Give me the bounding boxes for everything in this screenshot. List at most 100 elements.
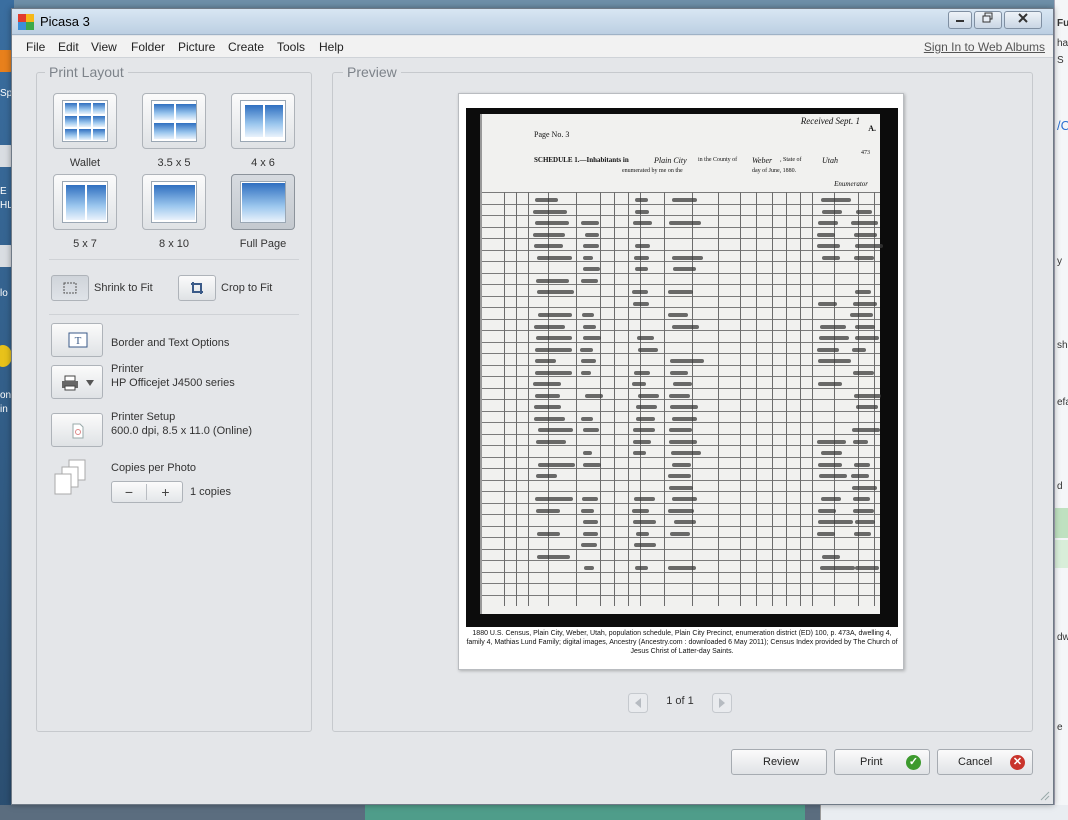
handwriting-mark: [852, 439, 869, 444]
ledger-column-line: [548, 192, 549, 606]
layout-full-page-button[interactable]: [231, 174, 295, 230]
handwriting-mark: [536, 508, 561, 513]
handwriting-mark: [536, 278, 570, 283]
handwriting-mark: [820, 198, 851, 202]
ledger-column-line: [528, 192, 529, 606]
previous-page-button[interactable]: [628, 693, 648, 713]
ledger-row-line: [482, 364, 880, 366]
crop-to-fit-button[interactable]: [178, 275, 216, 301]
preview-title: Preview: [343, 64, 401, 80]
handwriting-mark: [821, 209, 842, 214]
handwriting-mark: [534, 324, 566, 329]
shrink-to-fit-label[interactable]: Shrink to Fit: [94, 282, 153, 294]
handwriting-mark: [668, 485, 693, 490]
handwriting-mark: [632, 290, 648, 294]
layout-8x10-button[interactable]: [142, 174, 206, 230]
crop-icon: [191, 282, 203, 294]
handwriting-mark: [669, 370, 689, 375]
handwriting-mark: [633, 497, 655, 501]
ledger-row-line: [482, 295, 880, 297]
border-text-options-button[interactable]: T: [51, 323, 103, 357]
increment-button[interactable]: +: [148, 484, 183, 500]
layout-3.5x5-button[interactable]: [142, 93, 206, 149]
layout-4x6-button[interactable]: [231, 93, 295, 149]
menu-create[interactable]: Create: [228, 40, 264, 54]
background-text-fragment: efa: [1057, 397, 1068, 408]
printer-setup-value: 600.0 dpi, 8.5 x 11.0 (Online): [111, 425, 253, 437]
handwriting-mark: [581, 313, 594, 317]
printer-setup-button[interactable]: [51, 413, 103, 447]
handwriting-mark: [583, 336, 602, 340]
border-text-options-label[interactable]: Border and Text Options: [111, 337, 229, 349]
minimize-button[interactable]: [948, 11, 972, 29]
handwriting-mark: [855, 324, 876, 329]
handwriting-mark: [581, 221, 599, 225]
divider: [49, 259, 299, 260]
handwriting-mark: [582, 428, 600, 432]
layout-wallet-button[interactable]: [53, 93, 117, 149]
handwriting-mark: [537, 462, 575, 467]
cancel-button[interactable]: Cancel ✕: [937, 749, 1033, 775]
desktop-bottom: [0, 805, 1068, 820]
close-window-button[interactable]: [1004, 11, 1042, 29]
handwriting-mark: [818, 359, 852, 363]
desktop-label-fragment: E: [0, 186, 7, 197]
handwriting-mark: [583, 531, 598, 536]
handwriting-mark: [671, 416, 697, 421]
handwriting-mark: [853, 393, 882, 398]
menu-view[interactable]: View: [91, 40, 117, 54]
ledger-row-line: [482, 548, 880, 550]
menu-picture[interactable]: Picture: [178, 40, 215, 54]
handwriting-mark: [852, 301, 878, 306]
wallet-layout-icon: [62, 100, 108, 142]
handwriting-mark: [671, 462, 691, 467]
ledger-row-line: [482, 284, 880, 285]
text-box-icon: T: [68, 332, 88, 348]
handwriting-mark: [673, 520, 696, 524]
document-county-text: in the County of: [698, 157, 738, 163]
handwriting-mark: [819, 474, 847, 478]
background-window: [820, 805, 1068, 820]
menu-folder[interactable]: Folder: [131, 40, 165, 54]
handwriting-mark: [852, 370, 875, 375]
handwriting-mark: [537, 428, 573, 432]
desktop-label-fragment: lo: [0, 288, 8, 299]
handwriting-mark: [580, 370, 591, 375]
title-bar[interactable]: Picasa 3: [12, 9, 1053, 35]
handwriting-mark: [821, 497, 842, 501]
printer-select-button[interactable]: [51, 365, 103, 399]
handwriting-mark: [634, 209, 650, 214]
handwriting-mark: [817, 347, 839, 352]
crop-to-fit-label[interactable]: Crop to Fit: [221, 282, 272, 294]
handwriting-mark: [851, 221, 878, 225]
ledger-row-line: [482, 307, 880, 308]
handwriting-mark: [817, 508, 837, 513]
layout-5x7-button[interactable]: [53, 174, 117, 230]
handwriting-mark: [634, 267, 649, 271]
ledger-row-line: [482, 571, 880, 573]
handwriting-mark: [583, 255, 593, 260]
menu-file[interactable]: File: [26, 40, 45, 54]
decrement-button[interactable]: −: [112, 484, 147, 500]
shrink-to-fit-button[interactable]: [51, 275, 89, 301]
menu-tools[interactable]: Tools: [277, 40, 305, 54]
ledger-row-line: [482, 468, 880, 469]
handwriting-mark: [669, 405, 699, 409]
menu-edit[interactable]: Edit: [58, 40, 79, 54]
handwriting-mark: [633, 370, 651, 375]
background-text-fragment: y: [1057, 256, 1062, 267]
resize-grip-icon[interactable]: [1038, 789, 1050, 801]
menu-help[interactable]: Help: [319, 40, 344, 54]
next-page-button[interactable]: [712, 693, 732, 713]
sign-in-link[interactable]: Sign In to Web Albums: [924, 40, 1045, 54]
review-button[interactable]: Review: [731, 749, 827, 775]
print-button[interactable]: Print ✓: [834, 749, 930, 775]
document-state: Utah: [822, 156, 838, 165]
handwriting-mark: [537, 255, 573, 260]
handwriting-mark: [851, 347, 867, 352]
handwriting-mark: [855, 209, 873, 214]
ledger-row-line: [482, 318, 880, 320]
ledger-row-line: [482, 226, 880, 228]
close-icon: [1018, 13, 1028, 23]
maximize-button[interactable]: [974, 11, 1002, 29]
